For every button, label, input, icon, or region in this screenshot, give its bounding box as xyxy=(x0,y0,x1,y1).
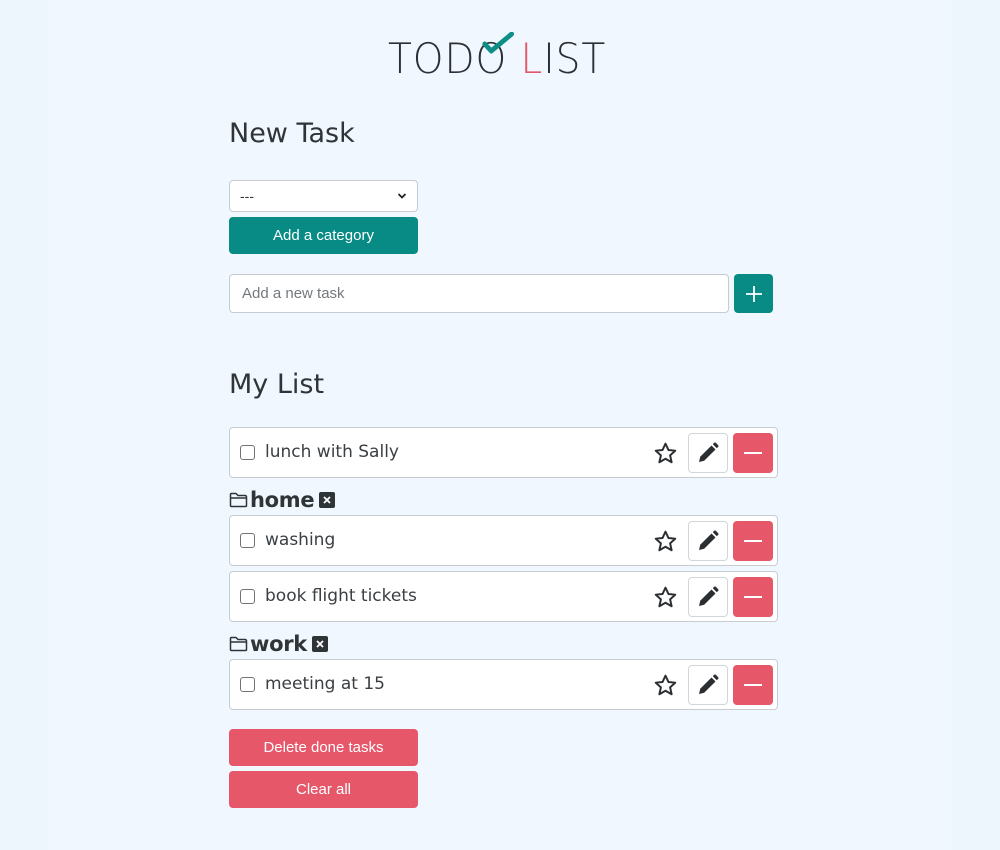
app-logo: TODO LIST xyxy=(388,32,607,83)
task-label: washing xyxy=(265,530,336,550)
clear-all-button[interactable]: Clear all xyxy=(229,771,418,808)
new-task-input[interactable] xyxy=(229,274,729,313)
task-label: meeting at 15 xyxy=(265,674,385,694)
star-outline-icon[interactable] xyxy=(653,529,678,554)
logo-text-tod: TOD xyxy=(388,34,476,83)
delete-task-button[interactable] xyxy=(733,433,773,473)
pencil-icon xyxy=(699,586,719,606)
task-item: washing xyxy=(229,515,778,566)
delete-task-button[interactable] xyxy=(733,577,773,617)
edit-task-button[interactable] xyxy=(688,433,728,473)
category-header: work xyxy=(229,632,328,656)
star-outline-icon[interactable] xyxy=(653,441,678,466)
task-checkbox[interactable] xyxy=(240,677,255,692)
task-checkbox[interactable] xyxy=(240,589,255,604)
task-label: lunch with Sally xyxy=(265,442,399,462)
plus-icon xyxy=(745,285,762,302)
x-icon xyxy=(323,496,331,504)
remove-category-button[interactable] xyxy=(311,636,328,652)
edit-task-button[interactable] xyxy=(688,577,728,617)
folder-icon xyxy=(229,636,248,652)
logo-o-with-check: O xyxy=(475,32,515,82)
delete-task-button[interactable] xyxy=(733,521,773,561)
pencil-icon xyxy=(699,674,719,694)
pencil-icon xyxy=(699,530,719,550)
pencil-icon xyxy=(699,442,719,462)
task-item: book flight tickets xyxy=(229,571,778,622)
minus-icon xyxy=(744,540,762,542)
star-outline-icon[interactable] xyxy=(653,673,678,698)
task-checkbox[interactable] xyxy=(240,533,255,548)
add-category-button[interactable]: Add a category xyxy=(229,217,418,254)
task-label: book flight tickets xyxy=(265,586,417,606)
new-task-heading: New Task xyxy=(229,118,355,149)
category-header: home xyxy=(229,488,336,512)
page-background xyxy=(48,0,952,850)
star-outline-icon[interactable] xyxy=(653,585,678,610)
category-select-value: --- xyxy=(240,188,254,204)
folder-icon xyxy=(229,492,248,508)
delete-task-button[interactable] xyxy=(733,665,773,705)
delete-done-tasks-button[interactable]: Delete done tasks xyxy=(229,729,418,766)
category-select[interactable]: --- xyxy=(229,180,418,212)
category-name: home xyxy=(250,488,315,512)
task-checkbox[interactable] xyxy=(240,445,255,460)
minus-icon xyxy=(744,452,762,454)
check-icon xyxy=(482,32,515,54)
minus-icon xyxy=(744,596,762,598)
task-item: lunch with Sally xyxy=(229,427,778,478)
task-item: meeting at 15 xyxy=(229,659,778,710)
chevron-down-icon xyxy=(397,193,407,199)
edit-task-button[interactable] xyxy=(688,521,728,561)
minus-icon xyxy=(744,684,762,686)
edit-task-button[interactable] xyxy=(688,665,728,705)
remove-category-button[interactable] xyxy=(319,492,336,508)
category-name: work xyxy=(250,632,307,656)
my-list-heading: My List xyxy=(229,369,325,400)
logo-text-l: L xyxy=(520,34,544,83)
add-task-button[interactable] xyxy=(734,274,773,313)
x-icon xyxy=(316,640,324,648)
logo-text-ist: IST xyxy=(543,34,607,83)
